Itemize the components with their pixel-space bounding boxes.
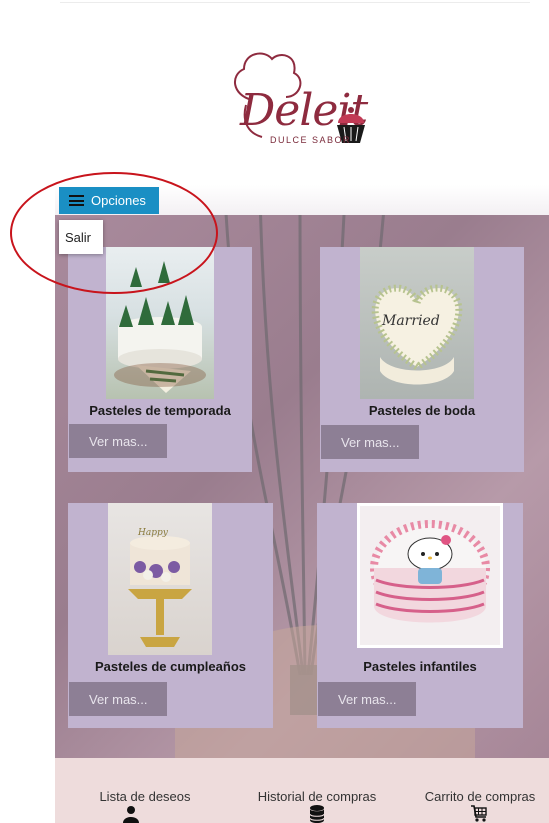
product-title: Pasteles de temporada [89,403,231,418]
ver-mas-button[interactable]: Ver mas... [69,424,167,458]
user-icon[interactable] [122,805,140,823]
product-title: Pasteles infantiles [363,659,477,674]
product-photo: Happy [108,503,212,655]
brand-logo[interactable]: Deleit DULCE SABOR [222,45,372,150]
brand-tagline: DULCE SABOR [270,135,352,145]
product-card: Happy Pasteles de cumpleaños Ver mas... [68,503,273,728]
svg-text:Happy: Happy [137,528,169,538]
footer-cart-link[interactable]: Carrito de compras [420,789,540,804]
product-title: Pasteles de cumpleaños [94,659,246,674]
product-title: Pasteles de boda [368,403,476,418]
product-card: Pasteles infantiles Ver mas... [317,503,523,728]
svg-text:Married: Married [381,313,440,329]
ver-mas-button[interactable]: Ver mas... [321,425,419,459]
options-menu-label: Opciones [91,193,146,208]
product-card: Married Pasteles de boda Ver mas... [320,247,524,472]
footer-history-link[interactable]: Historial de compras [254,789,380,804]
cart-icon[interactable] [470,805,488,823]
product-photo: Married [360,247,474,399]
database-icon[interactable] [309,805,325,823]
product-card: Pasteles de temporada Ver mas... [68,247,252,472]
top-divider [60,2,530,3]
product-photo [106,247,214,399]
product-photo [357,503,503,648]
hamburger-icon [69,195,84,206]
options-menu-button[interactable]: Opciones [59,187,159,214]
ver-mas-button[interactable]: Ver mas... [318,682,416,716]
ver-mas-button[interactable]: Ver mas... [69,682,167,716]
footer-wishlist-link[interactable]: Lista de deseos [98,789,192,804]
logout-menu-item[interactable]: Salir [65,230,91,245]
options-dropdown: Salir [59,220,103,254]
